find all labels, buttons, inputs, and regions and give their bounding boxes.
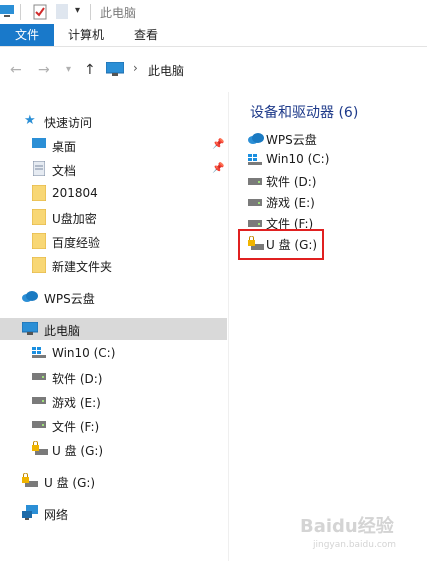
- tab-computer[interactable]: 计算机: [68, 24, 104, 46]
- properties-icon[interactable]: [33, 4, 47, 20]
- drive-icon: [248, 199, 262, 206]
- computer-icon: [106, 62, 124, 76]
- usb-lock-drive-icon: [32, 441, 48, 455]
- breadcrumb-separator[interactable]: ›: [133, 61, 138, 75]
- nav-drive-e[interactable]: 游戏 (E:): [0, 390, 227, 412]
- breadcrumb-this-pc[interactable]: 此电脑: [148, 62, 184, 79]
- folder-icon: [32, 185, 46, 201]
- nav-item-folder[interactable]: 201804: [0, 182, 227, 204]
- recent-locations-button[interactable]: ▾: [66, 64, 71, 75]
- cloud-icon: [248, 133, 264, 144]
- watermark-logo: Baidu经验: [300, 516, 394, 537]
- drive-icon: [248, 178, 262, 185]
- drive-icon: [32, 397, 46, 404]
- nav-drive-f[interactable]: 文件 (F:): [0, 414, 227, 436]
- section-title-devices[interactable]: 设备和驱动器 (6): [250, 102, 358, 122]
- nav-label: U 盘 (G:): [52, 444, 104, 458]
- new-folder-icon[interactable]: [56, 4, 68, 19]
- windows-drive-icon: [32, 347, 46, 358]
- content-pane: 设备和驱动器 (6) WPS云盘 Win10 (C:) 软件 (D:) 游戏 (…: [238, 92, 427, 561]
- nav-label: 新建文件夹: [52, 260, 113, 274]
- ribbon-tabs: 文件 计算机 查看: [0, 24, 427, 47]
- folder-icon: [32, 233, 46, 249]
- back-button[interactable]: ←: [10, 62, 22, 78]
- nav-label: 游戏 (E:): [52, 396, 101, 410]
- drive-icon: [248, 220, 262, 227]
- network-icon: [22, 505, 38, 520]
- star-icon: ★: [24, 113, 36, 128]
- nav-label: 文档: [52, 164, 77, 178]
- pin-icon: 📌: [212, 163, 225, 174]
- window-title: 此电脑: [100, 6, 137, 20]
- nav-this-pc[interactable]: 此电脑: [0, 318, 227, 340]
- title-bar: ▾ 此电脑: [0, 0, 427, 24]
- computer-icon: [22, 322, 38, 335]
- nav-usb-drive[interactable]: U 盘 (G:): [0, 470, 227, 492]
- nav-item-desktop[interactable]: 桌面 📌: [0, 134, 227, 156]
- nav-drive-g[interactable]: U 盘 (G:): [0, 438, 227, 460]
- pane-divider[interactable]: [228, 92, 229, 561]
- drive-label: WPS云盘: [266, 133, 317, 147]
- nav-item-folder[interactable]: 新建文件夹: [0, 254, 227, 276]
- drive-label: Win10 (C:): [266, 152, 330, 166]
- nav-label: U 盘 (G:): [44, 476, 96, 490]
- drive-label: 软件 (D:): [266, 175, 317, 189]
- nav-label: Win10 (C:): [52, 346, 116, 360]
- tab-view[interactable]: 查看: [134, 24, 158, 46]
- title-separator: [20, 4, 21, 20]
- cloud-icon: [22, 291, 38, 302]
- nav-item-folder[interactable]: 百度经验: [0, 230, 227, 252]
- nav-quick-access[interactable]: ★ 快速访问: [0, 110, 227, 132]
- documents-icon: [33, 161, 45, 176]
- nav-label: 软件 (D:): [52, 372, 103, 386]
- nav-item-documents[interactable]: 文档 📌: [0, 158, 227, 180]
- nav-label: 文件 (F:): [52, 420, 100, 434]
- computer-icon: [0, 5, 14, 17]
- customize-toolbar-icon[interactable]: ▾: [75, 5, 80, 16]
- pin-icon: 📌: [212, 139, 225, 150]
- drive-icon: [32, 373, 46, 380]
- nav-wps-cloud[interactable]: WPS云盘: [0, 286, 227, 308]
- nav-label: 百度经验: [52, 236, 101, 250]
- desktop-icon: [32, 138, 46, 148]
- nav-item-folder[interactable]: U盘加密: [0, 206, 227, 228]
- nav-label: 快速访问: [44, 116, 93, 130]
- nav-drive-d[interactable]: 软件 (D:): [0, 366, 227, 388]
- title-separator: [90, 4, 91, 20]
- watermark-url: jingyan.baidu.com: [313, 540, 397, 550]
- nav-label: WPS云盘: [44, 292, 95, 306]
- nav-label: 此电脑: [44, 324, 81, 338]
- tab-file[interactable]: 文件: [0, 24, 54, 46]
- up-button[interactable]: ↑: [84, 62, 96, 78]
- folder-icon: [32, 209, 46, 225]
- drive-icon: [32, 421, 46, 428]
- windows-drive-icon: [248, 154, 262, 165]
- drive-label: 游戏 (E:): [266, 196, 315, 210]
- usb-lock-drive-icon: [22, 473, 38, 487]
- folder-icon: [32, 257, 46, 273]
- nav-label: 桌面: [52, 140, 77, 154]
- nav-label: 网络: [44, 508, 69, 522]
- nav-label: U盘加密: [52, 212, 97, 226]
- address-bar: ← → ▾ ↑ › 此电脑: [0, 56, 427, 84]
- nav-network[interactable]: 网络: [0, 502, 227, 524]
- highlight-box: [238, 229, 324, 260]
- navigation-pane: ★ 快速访问 桌面 📌 文档 📌 201804 U盘加密 百度经验 新建文件夹 …: [0, 100, 228, 561]
- nav-drive-c[interactable]: Win10 (C:): [0, 342, 227, 364]
- nav-label: 201804: [52, 186, 98, 200]
- forward-button[interactable]: →: [38, 62, 50, 78]
